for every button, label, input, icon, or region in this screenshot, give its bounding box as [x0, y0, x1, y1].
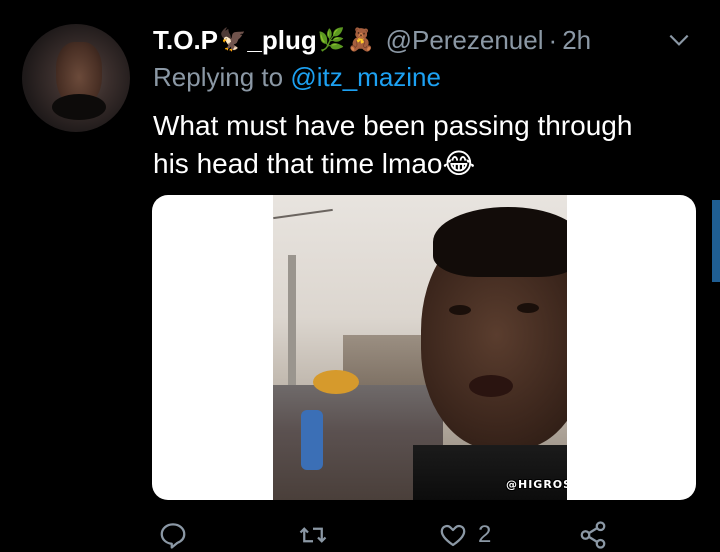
avatar[interactable] — [22, 24, 130, 132]
teddy-bear-emoji: 🧸 — [347, 27, 375, 52]
man-hair — [433, 207, 567, 277]
media-video[interactable]: @HIGROSAMANI — [152, 195, 696, 500]
left-eye — [449, 305, 471, 315]
timestamp[interactable]: 2h — [562, 25, 591, 56]
tweet-header: T.O.P 🦅 _plug 🌿 🧸 @Perezenuel · 2h — [153, 22, 591, 58]
display-name[interactable]: T.O.P — [153, 25, 218, 56]
scroll-indicator — [712, 200, 720, 282]
retweet-button[interactable] — [298, 520, 328, 550]
head-basket — [313, 370, 359, 394]
chevron-down-icon — [669, 34, 689, 46]
tweet-text: What must have been passing through his … — [153, 107, 693, 183]
power-line — [273, 208, 333, 220]
right-eye — [517, 303, 539, 313]
mouth — [469, 375, 513, 397]
like-button[interactable]: 2 — [438, 520, 491, 550]
share-icon — [580, 521, 606, 549]
separator-dot: · — [548, 24, 558, 55]
reply-icon — [160, 523, 186, 549]
tweet-text-line-1: What must have been passing through — [153, 110, 633, 141]
tweet-text-line-2: his head that time lmao😂 — [153, 145, 693, 183]
avatar-hair — [52, 94, 106, 120]
video-frame: @HIGROSAMANI — [273, 195, 567, 500]
more-options-button[interactable] — [666, 27, 692, 53]
tweet-text-line-2-text: his head that time lmao — [153, 148, 443, 179]
herb-emoji: 🌿 — [317, 27, 346, 52]
heart-icon — [440, 524, 466, 547]
display-name-suffix[interactable]: _plug — [247, 25, 316, 56]
replying-to-label: Replying to — [153, 62, 284, 92]
tweet-actions: 2 — [150, 520, 710, 552]
video-watermark: @HIGROSAMANI — [506, 478, 567, 491]
share-button[interactable] — [578, 520, 608, 550]
retweet-icon — [299, 527, 327, 543]
user-handle[interactable]: @Perezenuel — [386, 25, 544, 56]
shirt — [413, 445, 567, 500]
eagle-emoji: 🦅 — [219, 27, 247, 52]
background-person — [301, 410, 323, 470]
laughing-emoji: 😂 — [442, 148, 476, 179]
replying-to-user-link[interactable]: @itz_mazine — [290, 62, 441, 92]
reply-button[interactable] — [158, 520, 188, 550]
replying-to: Replying to @itz_mazine — [153, 62, 441, 93]
like-count: 2 — [478, 521, 492, 548]
